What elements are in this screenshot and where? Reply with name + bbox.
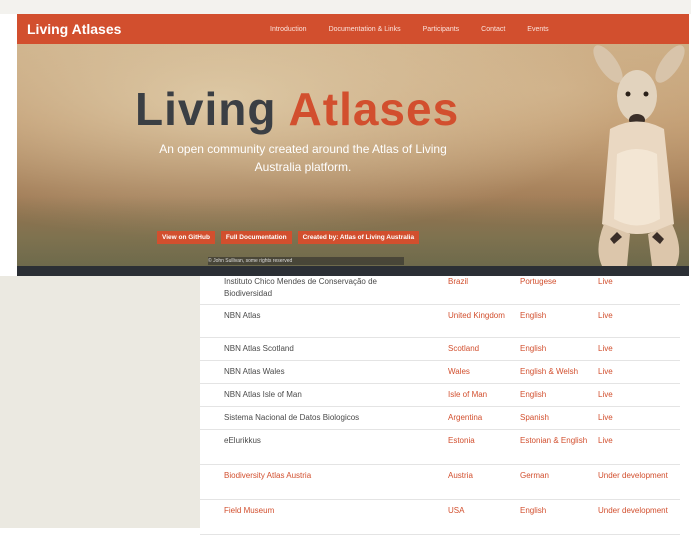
atlas-status[interactable]: Live: [598, 435, 668, 447]
hero-title-atlases: Atlases: [288, 83, 460, 135]
atlas-language[interactable]: Estonian & English: [520, 435, 590, 447]
atlas-name: eElurikkus: [224, 436, 261, 445]
table-row: Instituto Chico Mendes de Conservação de…: [200, 276, 680, 305]
atlas-name: NBN Atlas Scotland: [224, 344, 294, 353]
atlas-status[interactable]: Live: [598, 366, 668, 378]
page-top-background: [0, 0, 691, 14]
table-row: eElurikkus Estonia Estonian & English Li…: [200, 430, 680, 465]
hero-title: Living Atlases: [135, 82, 459, 136]
kangaroo-photo: [593, 45, 685, 266]
atlas-country[interactable]: Austria: [448, 470, 508, 482]
table-row: Field Museum USA English Under developme…: [200, 500, 680, 535]
atlas-country[interactable]: Wales: [448, 366, 508, 378]
nav-events[interactable]: Events: [527, 26, 548, 33]
atlas-country[interactable]: United Kingdom: [448, 310, 508, 322]
table-row: Sistema Nacional de Datos Biologicos Arg…: [200, 407, 680, 430]
atlas-name: NBN Atlas Isle of Man: [224, 390, 302, 399]
hero-subtitle: An open community created around the Atl…: [159, 142, 447, 174]
created-by-ala-button[interactable]: Created by: Atlas of Living Australia: [297, 231, 420, 244]
atlas-language[interactable]: English: [520, 505, 590, 517]
atlas-language[interactable]: German: [520, 470, 590, 482]
atlas-status[interactable]: Live: [598, 412, 668, 424]
atlas-language[interactable]: English: [520, 389, 590, 401]
atlases-table: Instituto Chico Mendes de Conservação de…: [200, 276, 680, 535]
atlas-name: NBN Atlas Wales: [224, 367, 285, 376]
atlas-name-link[interactable]: Field Museum: [224, 505, 424, 517]
view-on-github-button[interactable]: View on GitHub: [157, 231, 215, 244]
atlas-status[interactable]: Under development: [598, 470, 668, 482]
atlas-country[interactable]: Isle of Man: [448, 389, 508, 401]
nav-participants[interactable]: Participants: [423, 26, 460, 33]
atlas-language[interactable]: Spanish: [520, 412, 590, 424]
hero-banner: Living Atlases An open community created…: [17, 44, 689, 266]
nav-documentation-links[interactable]: Documentation & Links: [329, 26, 401, 33]
hero-bottom-strip: [17, 266, 689, 276]
atlas-language[interactable]: English: [520, 310, 590, 322]
atlas-country[interactable]: USA: [448, 505, 508, 517]
table-row: NBN Atlas Wales Wales English & Welsh Li…: [200, 361, 680, 384]
atlas-name: Instituto Chico Mendes de Conservação de…: [224, 277, 377, 298]
atlas-country[interactable]: Brazil: [448, 276, 508, 288]
atlas-status[interactable]: Under development: [598, 505, 668, 517]
atlas-status[interactable]: Live: [598, 310, 668, 322]
brand-logo[interactable]: Living Atlases: [27, 21, 121, 37]
atlas-name: Sistema Nacional de Datos Biologicos: [224, 413, 360, 422]
atlas-language[interactable]: Portugese: [520, 276, 590, 288]
atlas-language[interactable]: English & Welsh: [520, 366, 590, 378]
table-row: NBN Atlas United Kingdom English Live: [200, 305, 680, 338]
photo-credit: © John Sullivan, some rights reserved: [208, 257, 404, 265]
atlas-status[interactable]: Live: [598, 389, 668, 401]
atlas-name: NBN Atlas: [224, 311, 261, 320]
nav-introduction[interactable]: Introduction: [270, 26, 307, 33]
hero-buttons: View on GitHub Full Documentation Create…: [157, 231, 425, 244]
atlas-status[interactable]: Live: [598, 343, 668, 355]
atlas-language[interactable]: English: [520, 343, 590, 355]
atlas-status[interactable]: Live: [598, 276, 668, 288]
full-documentation-button[interactable]: Full Documentation: [220, 231, 292, 244]
left-margin: [0, 276, 200, 528]
table-row: NBN Atlas Isle of Man Isle of Man Englis…: [200, 384, 680, 407]
atlas-name-link[interactable]: Biodiversity Atlas Austria: [224, 470, 424, 482]
hero-title-living: Living: [135, 83, 277, 135]
atlas-country[interactable]: Argentina: [448, 412, 508, 424]
site-navbar: Living Atlases Introduction Documentatio…: [17, 14, 689, 44]
nav-contact[interactable]: Contact: [481, 26, 505, 33]
atlas-country[interactable]: Scotland: [448, 343, 508, 355]
table-row: NBN Atlas Scotland Scotland English Live: [200, 338, 680, 361]
nav-links: Introduction Documentation & Links Parti…: [270, 14, 571, 44]
atlas-country[interactable]: Estonia: [448, 435, 508, 447]
table-row: Biodiversity Atlas Austria Austria Germa…: [200, 465, 680, 500]
